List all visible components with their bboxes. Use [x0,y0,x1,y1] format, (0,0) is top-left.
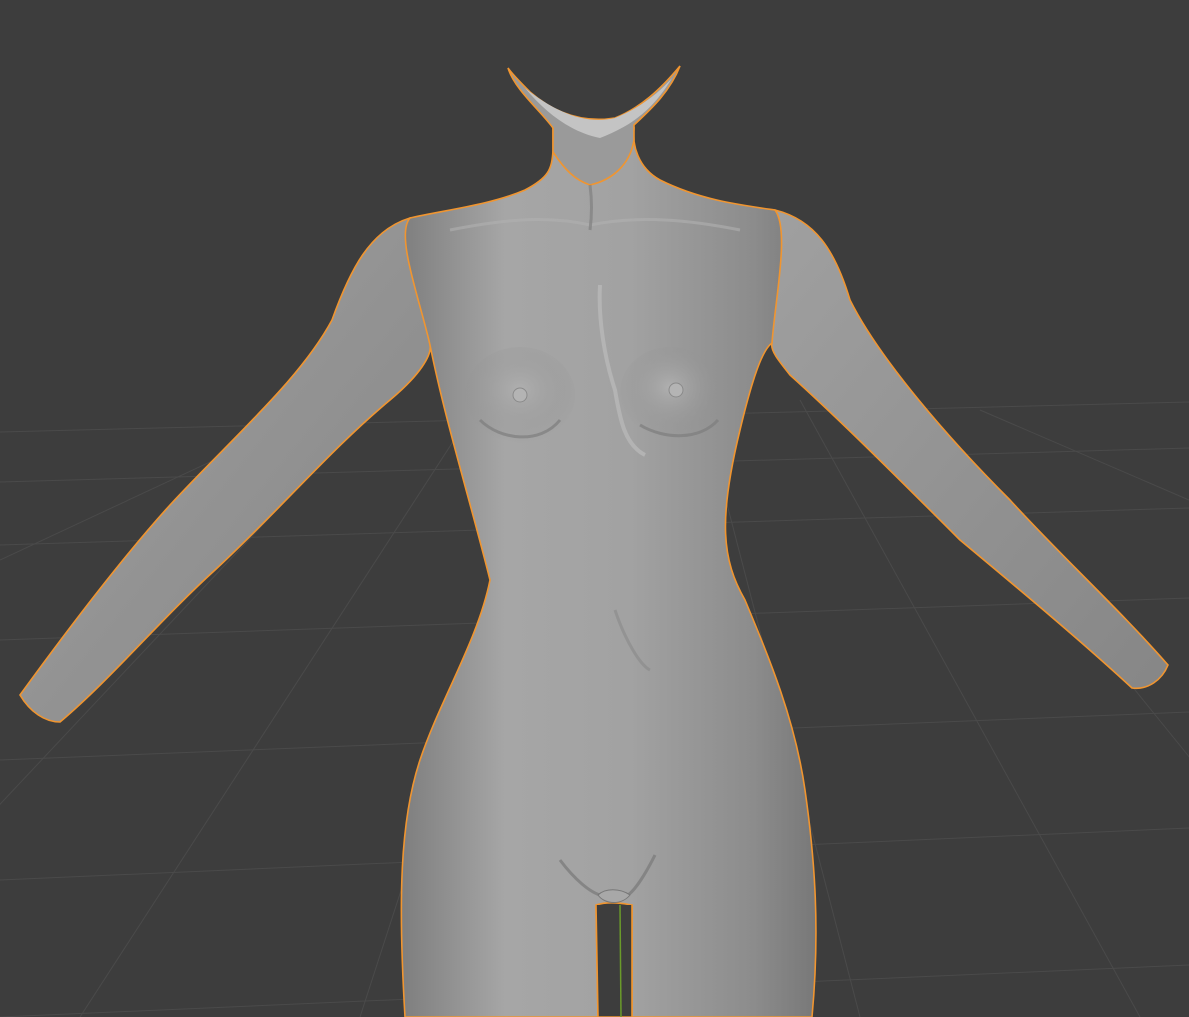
mesh-body[interactable] [19,65,1169,1017]
left-arm[interactable] [19,216,431,723]
left-nipple [512,387,528,403]
right-nipple [668,382,684,398]
viewport-canvas[interactable] [0,0,1189,1017]
3d-viewport[interactable] [0,0,1189,1017]
right-arm[interactable] [770,208,1169,690]
torso[interactable] [400,127,817,1017]
leg-gap [595,904,633,1017]
sternum-shadow [588,184,593,231]
axis-y-front [619,904,622,1017]
